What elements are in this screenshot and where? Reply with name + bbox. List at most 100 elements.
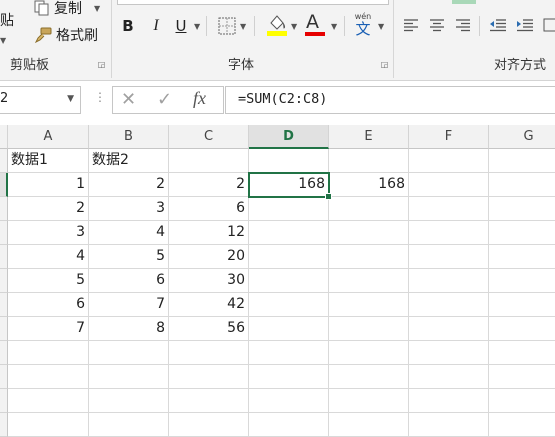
cell-e2[interactable]: 168 [329, 173, 409, 197]
bold-button[interactable]: B [117, 15, 139, 37]
row-header[interactable] [0, 341, 8, 365]
cell-b7[interactable]: 7 [89, 293, 169, 317]
cancel-icon[interactable]: ✕ [121, 89, 136, 110]
italic-button[interactable]: I [145, 15, 167, 37]
cell-c2[interactable]: 2 [169, 173, 249, 197]
cell-g4[interactable] [489, 221, 555, 245]
cell-e3[interactable] [329, 197, 409, 221]
cell-e9[interactable] [329, 341, 409, 365]
align-center-icon[interactable] [429, 18, 445, 32]
cell-d1[interactable] [249, 149, 329, 173]
cell-a12[interactable] [8, 413, 89, 437]
cell-e1[interactable] [329, 149, 409, 173]
cell-f10[interactable] [409, 365, 489, 389]
cell-e6[interactable] [329, 269, 409, 293]
cell-a9[interactable] [8, 341, 89, 365]
cell-d7[interactable] [249, 293, 329, 317]
cell-f2[interactable] [409, 173, 489, 197]
align-right-icon[interactable] [455, 18, 471, 32]
cell-g12[interactable] [489, 413, 555, 437]
insert-function-icon[interactable]: fx [193, 88, 206, 109]
paste-button[interactable]: 粘贴 ▼ [0, 4, 22, 45]
cell-c4[interactable]: 12 [169, 221, 249, 245]
cell-g3[interactable] [489, 197, 555, 221]
cell-g6[interactable] [489, 269, 555, 293]
cell-e10[interactable] [329, 365, 409, 389]
cell-f3[interactable] [409, 197, 489, 221]
cell-f5[interactable] [409, 245, 489, 269]
copy-dropdown-icon[interactable]: ▼ [94, 4, 100, 13]
cell-c10[interactable] [169, 365, 249, 389]
cell-b10[interactable] [89, 365, 169, 389]
cell-e8[interactable] [329, 317, 409, 341]
fill-color-icon[interactable] [266, 13, 288, 37]
cell-d8[interactable] [249, 317, 329, 341]
cell-a11[interactable] [8, 389, 89, 413]
row-header[interactable] [0, 149, 8, 173]
column-header-f[interactable]: F [409, 125, 489, 149]
clipboard-launcher-icon[interactable]: ◲ [97, 60, 106, 69]
cell-c12[interactable] [169, 413, 249, 437]
cell-d5[interactable] [249, 245, 329, 269]
borders-dropdown-icon[interactable]: ▼ [240, 22, 246, 31]
cell-a10[interactable] [8, 365, 89, 389]
formula-input[interactable]: =SUM(C2:C8) [225, 86, 555, 114]
cell-e4[interactable] [329, 221, 409, 245]
cell-c5[interactable]: 20 [169, 245, 249, 269]
row-header[interactable] [0, 365, 8, 389]
column-header-d[interactable]: D [249, 125, 329, 149]
font-color-icon[interactable]: A [306, 11, 319, 33]
cell-d9[interactable] [249, 341, 329, 365]
column-header-e[interactable]: E [329, 125, 409, 149]
cell-a4[interactable]: 3 [8, 221, 89, 245]
decrease-indent-icon[interactable] [489, 18, 507, 32]
cell-b8[interactable]: 8 [89, 317, 169, 341]
cell-a8[interactable]: 7 [8, 317, 89, 341]
cell-c3[interactable]: 6 [169, 197, 249, 221]
cell-f9[interactable] [409, 341, 489, 365]
cell-d11[interactable] [249, 389, 329, 413]
cell-c1[interactable] [169, 149, 249, 173]
row-header[interactable] [0, 389, 8, 413]
cell-g9[interactable] [489, 341, 555, 365]
font-launcher-icon[interactable]: ◲ [380, 60, 389, 69]
formula-bar-resize-handle[interactable]: ⋮ [94, 90, 106, 104]
cell-c11[interactable] [169, 389, 249, 413]
column-header-b[interactable]: B [89, 125, 169, 149]
row-header[interactable] [0, 221, 8, 245]
merge-center-icon[interactable] [543, 18, 555, 32]
row-header[interactable] [0, 293, 8, 317]
underline-button[interactable]: U [170, 15, 192, 37]
cell-g7[interactable] [489, 293, 555, 317]
cell-d12[interactable] [249, 413, 329, 437]
paste-dropdown-icon[interactable]: ▼ [0, 36, 6, 45]
borders-icon[interactable] [218, 17, 236, 35]
cell-g2[interactable] [489, 173, 555, 197]
row-header[interactable] [0, 317, 8, 341]
cell-b5[interactable]: 5 [89, 245, 169, 269]
active-cell[interactable]: 168 [248, 172, 330, 198]
cell-d10[interactable] [249, 365, 329, 389]
name-box-dropdown-icon[interactable]: ▼ [67, 94, 74, 104]
column-header-g[interactable]: G [489, 125, 555, 149]
cell-f1[interactable] [409, 149, 489, 173]
cell-b3[interactable]: 3 [89, 197, 169, 221]
cell-e11[interactable] [329, 389, 409, 413]
phonetic-guide-button[interactable]: wén 文 [352, 12, 374, 37]
enter-icon[interactable]: ✓ [157, 89, 172, 110]
cell-f4[interactable] [409, 221, 489, 245]
select-all-corner[interactable] [0, 125, 8, 149]
cell-d4[interactable] [249, 221, 329, 245]
phonetic-dropdown-icon[interactable]: ▼ [378, 22, 384, 31]
row-header[interactable] [0, 413, 8, 437]
cell-f8[interactable] [409, 317, 489, 341]
cell-a5[interactable]: 4 [8, 245, 89, 269]
row-header[interactable] [0, 245, 8, 269]
row-header[interactable] [0, 269, 8, 293]
cell-d3[interactable] [249, 197, 329, 221]
cell-a3[interactable]: 2 [8, 197, 89, 221]
increase-indent-icon[interactable] [516, 18, 534, 32]
cell-b1[interactable]: 数据2 [89, 149, 169, 173]
underline-dropdown-icon[interactable]: ▼ [194, 22, 200, 31]
cell-g1[interactable] [489, 149, 555, 173]
